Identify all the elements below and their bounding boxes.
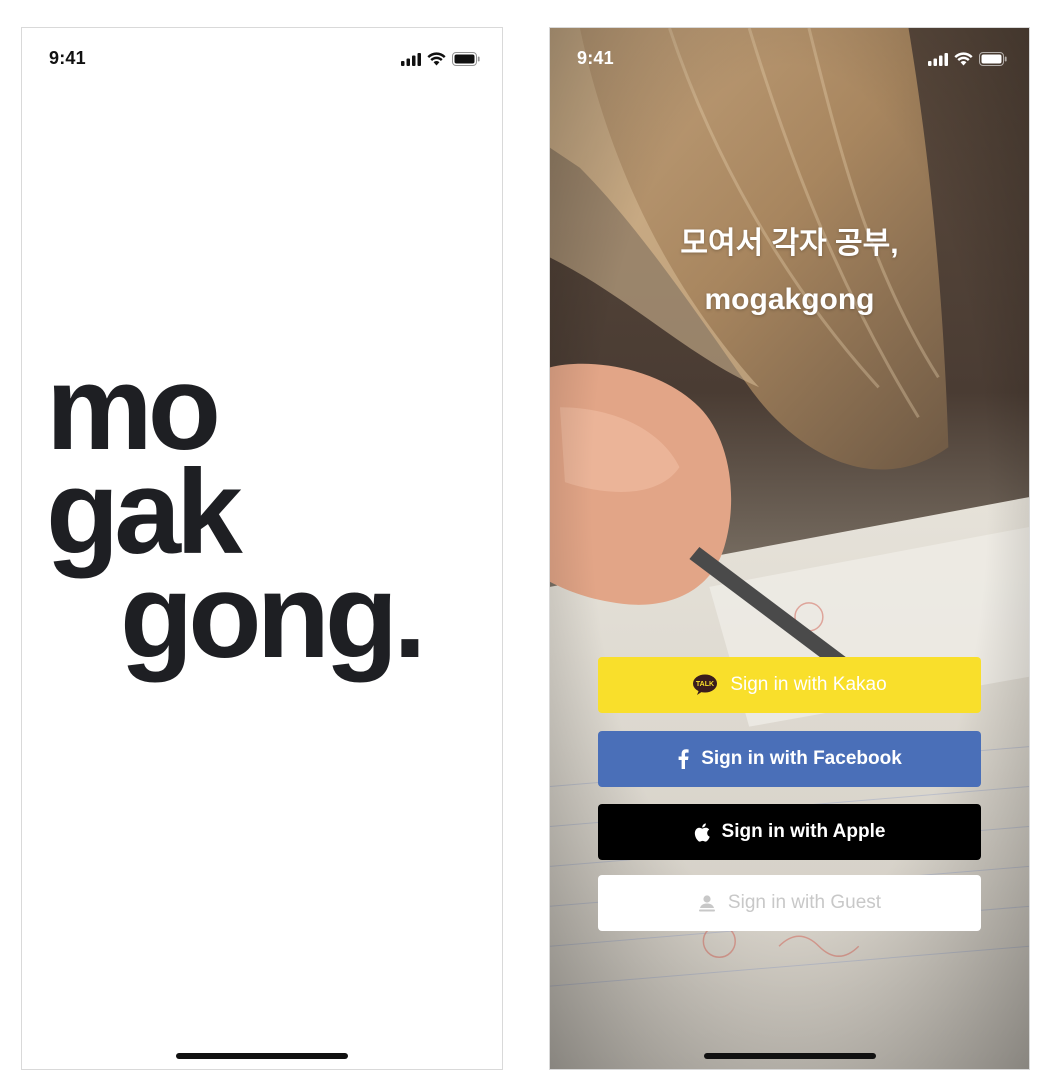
sign-in-facebook-button[interactable]: Sign in with Facebook <box>598 731 981 787</box>
facebook-icon <box>677 749 689 769</box>
splash-screen: 9:41 mo gak gong. <box>21 27 503 1070</box>
status-icons <box>928 52 1007 66</box>
status-time: 9:41 <box>49 48 86 68</box>
wifi-icon <box>954 52 973 66</box>
status-bar: 9:41 <box>550 28 1029 88</box>
status-icons <box>401 52 480 66</box>
sign-in-guest-button[interactable]: Sign in with Guest <box>598 875 981 931</box>
cellular-signal-icon <box>401 52 421 66</box>
sign-in-apple-button[interactable]: Sign in with Apple <box>598 804 981 860</box>
apple-icon <box>694 822 710 842</box>
sign-in-kakao-button[interactable]: TALK Sign in with Kakao <box>598 657 981 713</box>
facebook-button-label: Sign in with Facebook <box>701 748 902 769</box>
apple-button-label: Sign in with Apple <box>721 821 886 842</box>
wifi-icon <box>427 52 446 66</box>
tagline-brand: mogakgong <box>704 283 875 316</box>
guest-user-icon <box>698 894 716 912</box>
status-time: 9:41 <box>577 48 614 68</box>
home-indicator[interactable] <box>176 1053 348 1059</box>
wordmark-logo: mo gak gong. <box>46 348 427 683</box>
home-indicator[interactable] <box>703 1053 876 1059</box>
battery-icon <box>979 52 1007 66</box>
guest-button-label: Sign in with Guest <box>727 892 882 913</box>
tagline: 모여서 각자 공부, mogakgong <box>550 216 1029 328</box>
battery-icon <box>452 52 480 66</box>
cellular-signal-icon <box>928 52 948 66</box>
wordmark-line-3: gong. <box>120 549 427 683</box>
login-screen: 9:41 모여서 각자 공부, mogakgong TALK Sign in w… <box>549 27 1030 1070</box>
kakao-talk-icon: TALK <box>692 674 718 696</box>
kakao-talk-icon-text: TALK <box>696 681 714 688</box>
status-bar: 9:41 <box>22 28 502 88</box>
tagline-korean: 모여서 각자 공부, <box>680 227 899 260</box>
kakao-button-label: Sign in with Kakao <box>730 674 887 695</box>
